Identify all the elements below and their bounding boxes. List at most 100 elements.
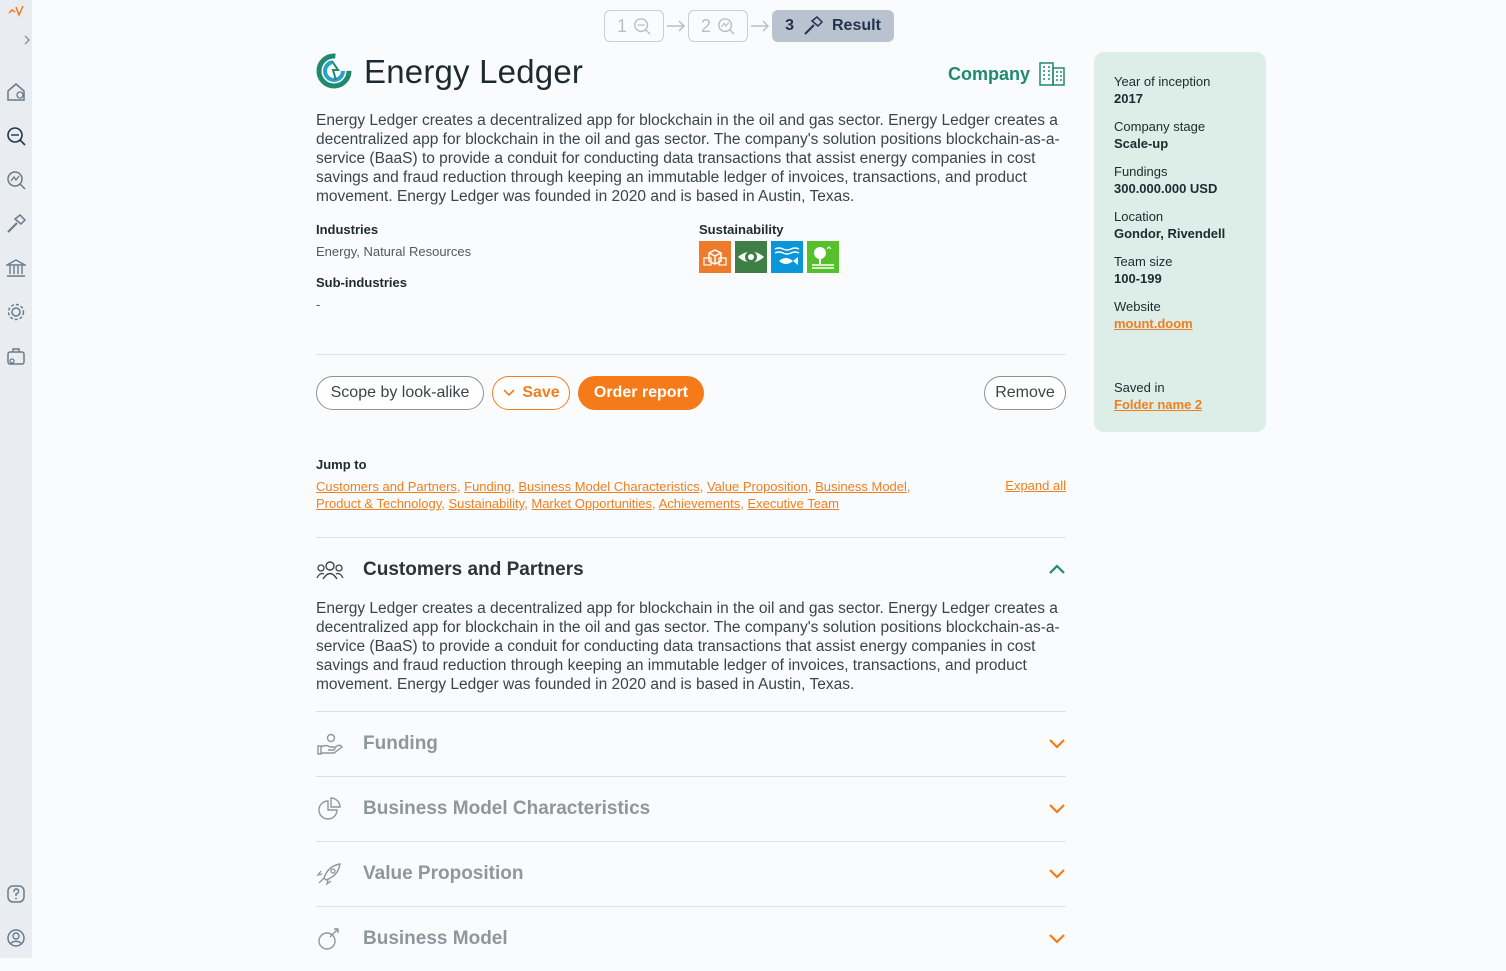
sdg-consumption-icon[interactable]	[699, 241, 731, 273]
company-header: Energy Ledger Company	[316, 50, 1066, 98]
save-button-label: Save	[522, 384, 560, 401]
subindustries-value: -	[316, 297, 321, 312]
saved-in-label: Saved in	[1114, 380, 1165, 395]
section-header[interactable]: Funding	[316, 712, 1066, 776]
chevron-down-icon[interactable]	[1048, 931, 1066, 945]
bank-icon[interactable]	[6, 258, 26, 278]
analytics-icon	[718, 18, 735, 35]
company-logo	[316, 53, 352, 89]
fundings-label: Fundings	[1114, 164, 1168, 179]
section-value-proposition: Value Proposition	[316, 841, 1066, 906]
analytics-icon[interactable]	[6, 170, 26, 190]
user-icon[interactable]	[6, 928, 26, 948]
section-body: Energy Ledger creates a decentralized ap…	[316, 600, 1060, 693]
subindustries-block: Sub-industries -	[316, 275, 407, 312]
industries-value: Energy, Natural Resources	[316, 244, 472, 259]
location-value: Gondor, Rivendell	[1114, 226, 1226, 241]
remove-button[interactable]: Remove	[984, 376, 1066, 410]
saved-in-item: Saved in Folder name 2	[1114, 380, 1202, 414]
inception-value: 2017	[1114, 91, 1143, 106]
stage-item: Company stage Scale-up	[1114, 119, 1246, 152]
hand-coin-icon	[317, 733, 343, 755]
section-header[interactable]: Business Model	[316, 907, 1066, 971]
company-description: Energy Ledger creates a decentralized ap…	[316, 112, 1060, 205]
website-link[interactable]: mount.doom	[1114, 316, 1193, 331]
pie-chart-icon	[318, 797, 341, 820]
jump-to-label: Jump to	[316, 457, 367, 472]
action-bar: Scope by look-alike Save Order report Re…	[316, 376, 1066, 410]
hammer-icon[interactable]	[6, 214, 26, 234]
section-funding: Funding	[316, 711, 1066, 776]
inception-label: Year of inception	[1114, 74, 1211, 89]
jump-link[interactable]: Product & Technology	[316, 496, 441, 511]
folder-link[interactable]: Folder name 2	[1114, 397, 1202, 412]
company-meta: Industries Energy, Natural Resources Sub…	[316, 222, 1066, 354]
arrow-right-icon	[664, 10, 688, 42]
sdg-climate-icon[interactable]	[735, 241, 767, 273]
fundings-value: 300.000.000 USD	[1114, 181, 1218, 196]
jump-links: Customers and Partners, Funding, Busines…	[316, 479, 911, 511]
jump-link[interactable]: Business Model	[815, 479, 907, 494]
home-icon[interactable]	[6, 82, 26, 102]
hammer-icon	[804, 16, 824, 35]
sdg-land-life-icon[interactable]	[807, 241, 839, 273]
settings-icon[interactable]	[6, 302, 26, 322]
briefcase-icon[interactable]	[6, 346, 26, 366]
chevron-down-icon[interactable]	[1048, 736, 1066, 750]
chevron-up-icon[interactable]	[1048, 562, 1066, 576]
industries-label: Industries	[316, 222, 379, 237]
chevron-down-icon[interactable]	[1048, 801, 1066, 815]
search-icon[interactable]	[6, 126, 26, 146]
save-button[interactable]: Save	[492, 376, 570, 410]
fundings-item: Fundings 300.000.000 USD	[1114, 164, 1246, 197]
step-3-number: 3	[785, 17, 794, 34]
building-icon	[1039, 62, 1065, 86]
section-header[interactable]: Customers and Partners	[316, 538, 1066, 602]
sustainability-label: Sustainability	[699, 222, 784, 237]
section-title: Business Model Characteristics	[363, 798, 651, 819]
section-title: Value Proposition	[363, 863, 524, 884]
jump-link[interactable]: Business Model Characteristics	[518, 479, 699, 494]
expand-icon[interactable]	[22, 33, 32, 47]
logo-icon[interactable]	[8, 4, 26, 18]
scope-by-look-alike-button[interactable]: Scope by look-alike	[316, 376, 484, 410]
section-header[interactable]: Value Proposition	[316, 842, 1066, 906]
business-model-icon	[318, 928, 339, 950]
section-title: Funding	[363, 733, 438, 754]
location-item: Location Gondor, Rivendell	[1114, 209, 1246, 242]
step-1-number: 1	[616, 15, 627, 36]
subindustries-label: Sub-industries	[316, 275, 408, 290]
step-1[interactable]: 1	[604, 10, 664, 42]
sdg-water-life-icon[interactable]	[771, 241, 803, 273]
chevron-down-icon[interactable]	[1048, 866, 1066, 880]
company-profile: Energy Ledger Company Energy Ledger crea…	[316, 50, 1066, 971]
jump-link[interactable]: Sustainability	[449, 496, 525, 511]
search-icon	[634, 18, 651, 35]
order-report-button[interactable]: Order report	[578, 376, 704, 410]
people-icon	[316, 561, 344, 580]
jump-link[interactable]: Executive Team	[747, 496, 839, 511]
section-customers-and-partners: Customers and Partners Energy Ledger cre…	[316, 537, 1066, 711]
company-info-panel: Year of inception 2017 Company stage Sca…	[1094, 52, 1266, 432]
section-header[interactable]: Business Model Characteristics	[316, 777, 1066, 841]
section-business-model-characteristics: Business Model Characteristics	[316, 776, 1066, 841]
location-label: Location	[1114, 209, 1164, 224]
jump-link[interactable]: Value Proposition	[707, 479, 808, 494]
expand-all-link[interactable]: Expand all	[1005, 478, 1066, 493]
company-name: Energy Ledger	[364, 53, 584, 90]
divider	[316, 354, 1066, 355]
help-icon[interactable]	[6, 884, 26, 904]
step-3-result[interactable]: 3 Result	[772, 10, 894, 42]
jump-link[interactable]: Market Opportunities	[531, 496, 652, 511]
step-3-label: Result	[832, 17, 881, 34]
team-size-value: 100-199	[1114, 271, 1162, 286]
jump-link[interactable]: Achievements	[659, 496, 741, 511]
stage-value: Scale-up	[1114, 136, 1169, 151]
step-2[interactable]: 2	[688, 10, 748, 42]
section-title: Customers and Partners	[363, 559, 584, 580]
website-label: Website	[1114, 299, 1161, 314]
jump-link[interactable]: Funding	[464, 479, 511, 494]
jump-to: Jump to Customers and Partners, Funding,…	[316, 457, 1066, 529]
jump-link[interactable]: Customers and Partners	[316, 479, 457, 494]
industries-block: Industries Energy, Natural Resources	[316, 222, 471, 259]
